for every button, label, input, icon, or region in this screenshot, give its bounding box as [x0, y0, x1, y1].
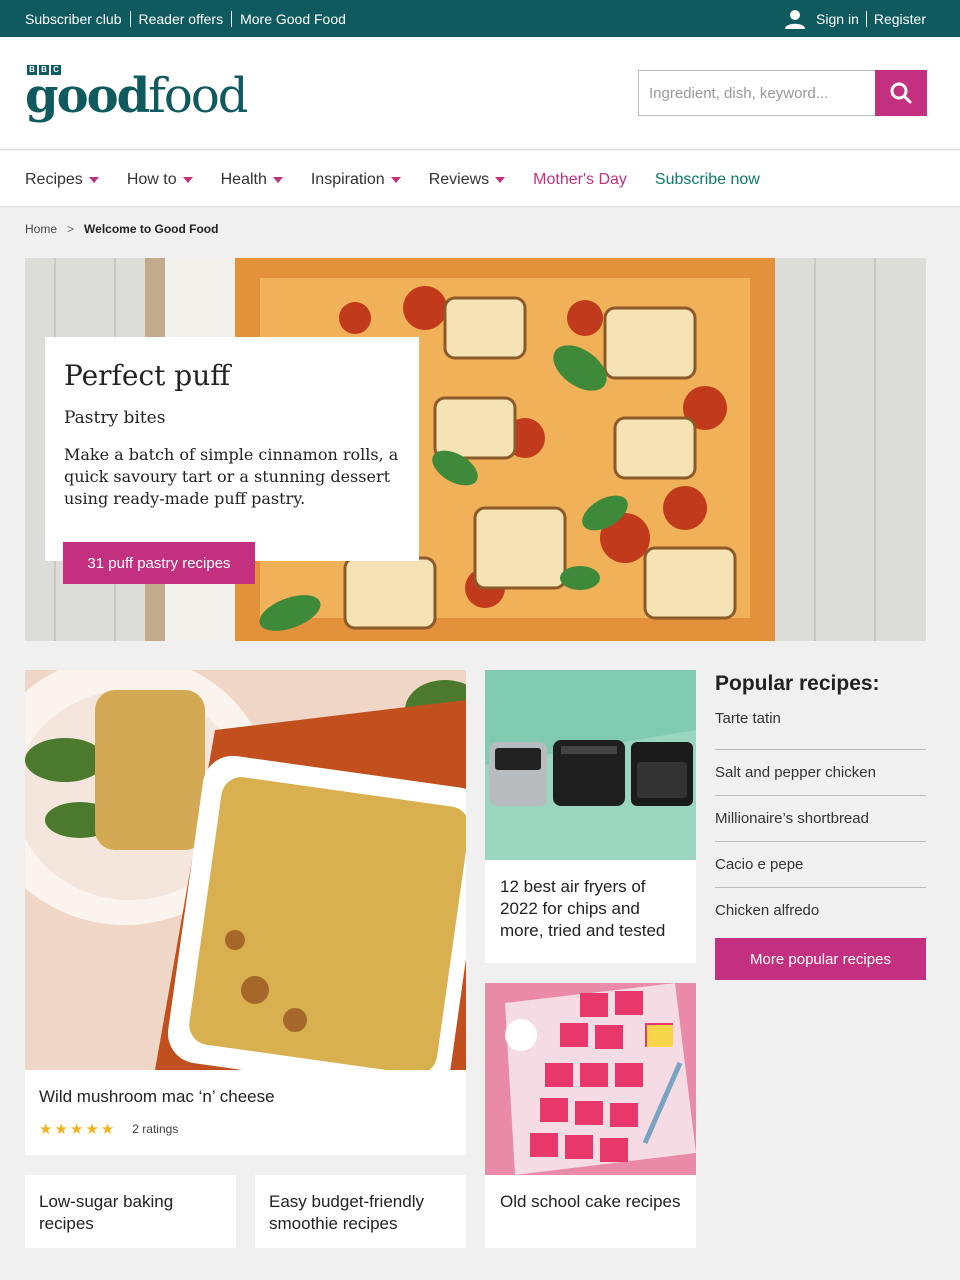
breadcrumb-home[interactable]: Home — [25, 222, 57, 236]
popular-item[interactable]: Millionaire’s shortbread — [715, 796, 926, 842]
caret-down-icon — [390, 177, 401, 183]
card-title: Old school cake recipes — [500, 1192, 681, 1211]
logo-food: food — [148, 68, 248, 124]
star-rating: ★ ★ ★ ★ ★ — [39, 1120, 114, 1138]
logo-wordmark: goodfood — [25, 72, 248, 120]
main-nav: Recipes How to Health Inspiration Review… — [0, 151, 960, 207]
popular-item[interactable]: Cacio e pepe — [715, 842, 926, 888]
nav-item-reviews[interactable]: Reviews — [428, 171, 506, 189]
popular-list: Tarte tatin Salt and pepper chicken Mill… — [715, 704, 926, 934]
mac-cheese-image — [25, 670, 466, 1095]
nav-item-health[interactable]: Health — [221, 171, 283, 189]
star-icon: ★ — [54, 1121, 68, 1138]
search-bar — [638, 70, 927, 116]
top-bar: Subscriber club Reader offers More Good … — [0, 0, 960, 37]
nav-item-how-to[interactable]: How to — [127, 171, 193, 189]
hero-description: Make a batch of simple cinnamon rolls, a… — [64, 445, 399, 508]
star-icon: ★ — [100, 1121, 115, 1138]
divider — [129, 11, 131, 27]
card-title: Low-sugar baking recipes — [39, 1192, 174, 1233]
search-button[interactable] — [875, 70, 927, 116]
nav-item-recipes[interactable]: Recipes — [25, 171, 99, 189]
popular-item[interactable]: Chicken alfredo — [715, 888, 926, 934]
divider — [865, 11, 867, 27]
more-popular-recipes-button[interactable]: More popular recipes — [715, 938, 926, 980]
smoothie-card[interactable]: Easy budget-friendly smoothie recipes — [255, 1175, 466, 1248]
card-title: Wild mushroom mac ‘n’ cheese — [39, 1087, 275, 1106]
puff-pastry-recipes-button[interactable]: 31 puff pastry recipes — [63, 542, 255, 584]
hero-subtitle: Pastry bites — [64, 408, 166, 428]
more-good-food-link[interactable]: More Good Food — [240, 11, 346, 27]
caret-down-icon — [88, 177, 99, 183]
user-icon — [785, 10, 806, 29]
hero-title: Perfect puff — [64, 359, 231, 392]
chevron-right-icon: > — [67, 222, 75, 236]
sign-in-link[interactable]: Sign in — [816, 11, 859, 27]
mac-cheese-card[interactable]: Wild mushroom mac ‘n’ cheese ★ ★ ★ ★ ★ 2… — [25, 670, 466, 1155]
air-fryers-card[interactable]: 12 best air fryers of 2022 for chips and… — [485, 670, 696, 963]
star-icon: ★ — [69, 1121, 84, 1138]
star-icon: ★ — [85, 1121, 99, 1138]
caret-down-icon — [182, 177, 193, 183]
caret-down-icon — [272, 177, 283, 183]
popular-recipes: Popular recipes: Tarte tatin Salt and pe… — [715, 672, 926, 934]
logo-good: good — [25, 68, 150, 124]
nav-label: Recipes — [25, 171, 83, 188]
search-input[interactable] — [638, 70, 875, 116]
hero-text-card: Perfect puff Pastry bites Make a batch o… — [45, 337, 419, 561]
rating-row: ★ ★ ★ ★ ★ 2 ratings — [39, 1120, 275, 1138]
nav-label: Inspiration — [310, 171, 385, 188]
site-header: B B C goodfood — [0, 37, 960, 150]
breadcrumb-current: Welcome to Good Food — [84, 222, 219, 236]
nav-label: How to — [126, 171, 177, 188]
popular-item[interactable]: Tarte tatin — [715, 704, 926, 750]
low-sugar-card[interactable]: Low-sugar baking recipes — [25, 1175, 236, 1248]
ratings-count: 2 ratings — [132, 1122, 179, 1136]
nav-label: Health — [220, 171, 267, 188]
popular-item[interactable]: Salt and pepper chicken — [715, 750, 926, 796]
auth-links: Sign in Register — [784, 8, 926, 30]
nav-item-inspiration[interactable]: Inspiration — [311, 171, 401, 189]
star-icon: ★ — [39, 1121, 53, 1138]
nav-item-mothers-day[interactable]: Mother's Day — [533, 171, 627, 189]
nav-item-subscribe[interactable]: Subscribe now — [655, 171, 760, 189]
register-link[interactable]: Register — [874, 11, 926, 27]
air-fryers-image — [485, 670, 696, 860]
subscriber-club-link[interactable]: Subscriber club — [25, 11, 122, 27]
caret-down-icon — [495, 177, 506, 183]
old-school-cake-card[interactable]: Old school cake recipes — [485, 983, 696, 1248]
breadcrumb: Home > Welcome to Good Food — [25, 222, 218, 236]
cake-image — [485, 983, 696, 1175]
reader-offers-link[interactable]: Reader offers — [139, 11, 224, 27]
card-title: Easy budget-friendly smoothie recipes — [269, 1192, 424, 1233]
nav-label: Reviews — [428, 171, 490, 188]
search-icon — [890, 82, 912, 104]
card-title: 12 best air fryers of 2022 for chips and… — [500, 877, 666, 940]
popular-heading: Popular recipes: — [715, 672, 880, 695]
top-links: Subscriber club Reader offers More Good … — [25, 11, 346, 27]
divider — [231, 11, 233, 27]
